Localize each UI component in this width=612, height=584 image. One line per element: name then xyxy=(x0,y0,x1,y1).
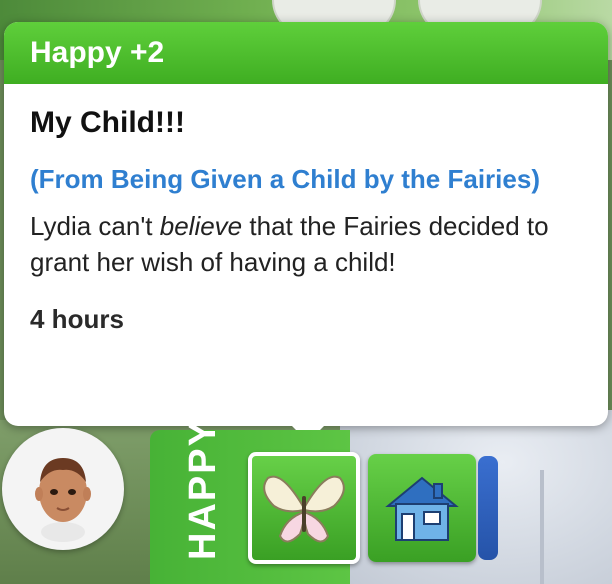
moodlet-source: (From Being Given a Child by the Fairies… xyxy=(30,164,540,194)
moodlet-scroll-bar[interactable] xyxy=(478,456,498,560)
description-emphasis: believe xyxy=(159,211,243,241)
moodlet-description: Lydia can't believe that the Fairies dec… xyxy=(30,208,582,280)
tooltip-header: Happy +2 xyxy=(4,22,608,84)
sim-avatar[interactable] xyxy=(2,428,124,550)
tooltip-body: My Child!!! (From Being Given a Child by… xyxy=(4,84,608,335)
moodlet-tooltip: Happy +2 My Child!!! (From Being Given a… xyxy=(4,22,608,426)
butterfly-icon xyxy=(263,475,345,543)
tooltip-header-label: Happy +2 xyxy=(30,36,165,69)
baby-face-icon xyxy=(35,458,91,542)
background-shirt-seam xyxy=(540,470,544,584)
moodlet-home[interactable] xyxy=(368,454,476,562)
moodlet-duration: 4 hours xyxy=(30,304,124,334)
mood-label: HAPPY xyxy=(182,419,224,560)
description-start: Lydia can't xyxy=(30,211,160,241)
house-icon xyxy=(385,476,459,541)
moodlet-title: My Child!!! xyxy=(30,106,185,139)
moodlet-fairy-child[interactable] xyxy=(248,452,360,564)
